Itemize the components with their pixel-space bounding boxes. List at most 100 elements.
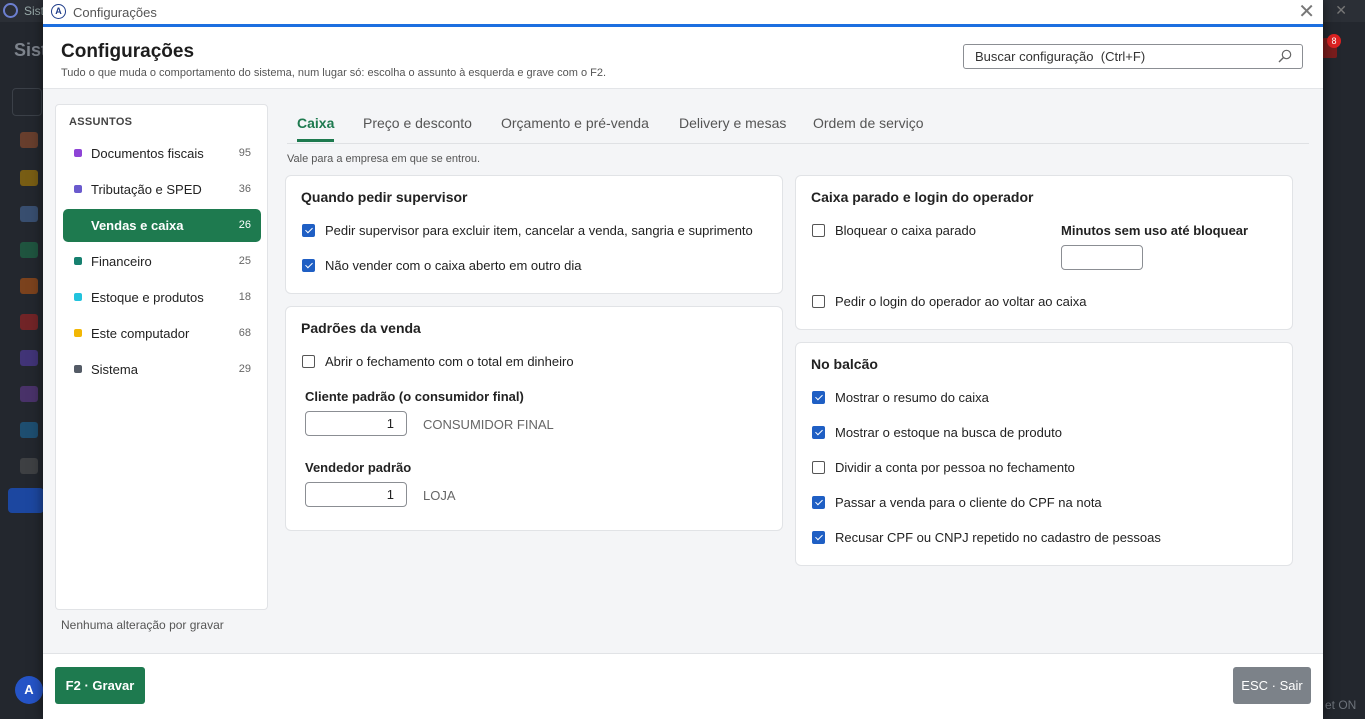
checkbox-label: Dividir a conta por pessoa no fechamento (835, 460, 1075, 475)
sidebar-item-count: 26 (238, 219, 251, 231)
sidebar-item-count: 68 (238, 327, 251, 339)
default-seller-input[interactable] (306, 483, 406, 506)
dialog-footer: F2 · Gravar ESC · Sair (43, 653, 1323, 719)
exit-button[interactable]: ESC · Sair (1233, 667, 1311, 704)
checkbox-box[interactable] (302, 259, 315, 272)
wallet-icon[interactable] (20, 314, 38, 330)
sidebar-item-label: Sistema (91, 362, 138, 377)
close-icon[interactable]: ✕ (1298, 1, 1315, 23)
checkbox-box[interactable] (812, 461, 825, 474)
sidebar-item-label: Tributação e SPED (91, 182, 202, 197)
search-box[interactable] (963, 44, 1303, 69)
sidebar-item-count: 36 (238, 183, 251, 195)
checkbox-label: Mostrar o estoque na busca de produto (835, 425, 1062, 440)
dialog-title-bar: A Configurações ✕ (43, 0, 1323, 27)
app-logo-icon: A (51, 4, 66, 19)
category-dot-icon (74, 293, 82, 301)
sidebar-item[interactable]: Vendas e caixa 26 (63, 209, 261, 242)
notification-badge: 8 (1327, 34, 1341, 48)
tab-caixa[interactable]: Caixa (297, 115, 335, 142)
sidebar-item-count: 29 (238, 363, 251, 375)
default-customer-label: Cliente padrão (o consumidor final) (305, 389, 524, 404)
category-dot-icon (74, 185, 82, 193)
search-icon[interactable] (1278, 49, 1292, 63)
checkbox-box[interactable] (812, 531, 825, 544)
background-active-nav[interactable] (8, 488, 44, 513)
default-seller-field[interactable] (305, 482, 407, 507)
checkbox-label: Abrir o fechamento com o total em dinhei… (325, 354, 574, 369)
checkbox-box[interactable] (812, 224, 825, 237)
card-title: No balcão (811, 356, 878, 372)
people-icon[interactable] (20, 132, 38, 148)
truck-icon[interactable] (20, 206, 38, 222)
sidebar-item-label: Financeiro (91, 254, 152, 269)
category-dot-icon (74, 329, 82, 337)
bag-icon[interactable] (20, 242, 38, 258)
checkbox-label: Passar a venda para o cliente do CPF na … (835, 495, 1102, 510)
tab-orcamento-e-pre-venda[interactable]: Orçamento e pré-venda (501, 115, 649, 142)
sidebar-item[interactable]: Sistema 29 (63, 353, 261, 386)
sidebar-heading: ASSUNTOS (69, 116, 133, 128)
boxes-icon[interactable] (20, 170, 38, 186)
background-window-title: Sist (24, 4, 45, 18)
page-subtitle: Tudo o que muda o comportamento do siste… (61, 67, 607, 79)
checkbox-box[interactable] (812, 426, 825, 439)
sidebar-item-label: Estoque e produtos (91, 290, 204, 305)
idle-lock-card: Caixa parado e login do operador Bloquea… (795, 175, 1293, 330)
checkbox-label: Bloquear o caixa parado (835, 223, 976, 238)
card-title: Caixa parado e login do operador (811, 189, 1034, 205)
checkbox-label: Não vender com o caixa aberto em outro d… (325, 258, 582, 273)
default-seller-name: LOJA (423, 488, 456, 503)
scope-note: Vale para a empresa em que se entrou. (287, 153, 481, 165)
sidebar-item[interactable]: Estoque e produtos 18 (63, 281, 261, 314)
background-close-icon[interactable]: ✕ (1335, 2, 1347, 19)
card-title: Quando pedir supervisor (301, 189, 468, 205)
default-customer-name: CONSUMIDOR FINAL (423, 417, 554, 432)
pending-changes-status: Nenhuma alteração por gravar (61, 618, 224, 632)
idle-minutes-input[interactable] (1062, 246, 1142, 269)
save-button[interactable]: F2 · Gravar (55, 667, 145, 704)
background-search-icon[interactable] (12, 88, 42, 116)
card-title: Padrões da venda (301, 320, 421, 336)
checkbox-box[interactable] (812, 295, 825, 308)
tools-icon[interactable] (20, 278, 38, 294)
app-logo-icon (3, 3, 18, 18)
settings-tabs: Caixa Preço e desconto Orçamento e pré-v… (287, 106, 1309, 144)
avatar[interactable]: A (15, 676, 43, 704)
settings-dialog: A Configurações ✕ Configurações Tudo o q… (43, 0, 1323, 719)
sidebar-item[interactable]: Financeiro 25 (63, 245, 261, 278)
checkbox-box[interactable] (302, 355, 315, 368)
search-input[interactable] (964, 45, 1264, 68)
default-seller-label: Vendedor padrão (305, 460, 412, 475)
gear-icon[interactable] (20, 458, 38, 474)
page-title: Configurações (61, 41, 195, 62)
idle-minutes-field[interactable] (1061, 245, 1143, 270)
sidebar-item-label: Documentos fiscais (91, 146, 204, 161)
checkbox-box[interactable] (812, 391, 825, 404)
tab-delivery-e-mesas[interactable]: Delivery e mesas (679, 115, 786, 142)
sidebar-item[interactable]: Tributação e SPED 36 (63, 173, 261, 206)
document-icon[interactable] (20, 350, 38, 366)
category-dot-icon (74, 149, 82, 157)
key-icon[interactable] (20, 422, 38, 438)
tab-preco-e-desconto[interactable]: Preço e desconto (363, 115, 472, 142)
chart-pie-icon[interactable] (20, 386, 38, 402)
category-dot-icon (74, 365, 82, 373)
checkbox-box[interactable] (812, 496, 825, 509)
checkbox-label: Mostrar o resumo do caixa (835, 390, 989, 405)
idle-minutes-label: Minutos sem uso até bloquear (1061, 223, 1249, 238)
sidebar-item[interactable]: Documentos fiscais 95 (63, 137, 261, 170)
tab-ordem-de-servico[interactable]: Ordem de serviço (813, 115, 923, 142)
subjects-sidebar: ASSUNTOS Documentos fiscais 95 Tributação … (55, 104, 268, 610)
sale-defaults-card: Padrões da venda Abrir o fechamento com … (285, 306, 783, 531)
supervisor-card: Quando pedir supervisor Pedir supervisor… (285, 175, 783, 294)
default-customer-field[interactable] (305, 411, 407, 436)
dialog-header: Configurações Tudo o que muda o comporta… (43, 27, 1323, 89)
sidebar-item-count: 18 (238, 291, 251, 303)
sidebar-item-label: Este computador (91, 326, 190, 341)
checkbox-box[interactable] (302, 224, 315, 237)
default-customer-input[interactable] (306, 412, 406, 435)
sidebar-item-count: 95 (238, 147, 251, 159)
sidebar-item[interactable]: Este computador 68 (63, 317, 261, 350)
background-status-text: et ON (1325, 698, 1357, 712)
